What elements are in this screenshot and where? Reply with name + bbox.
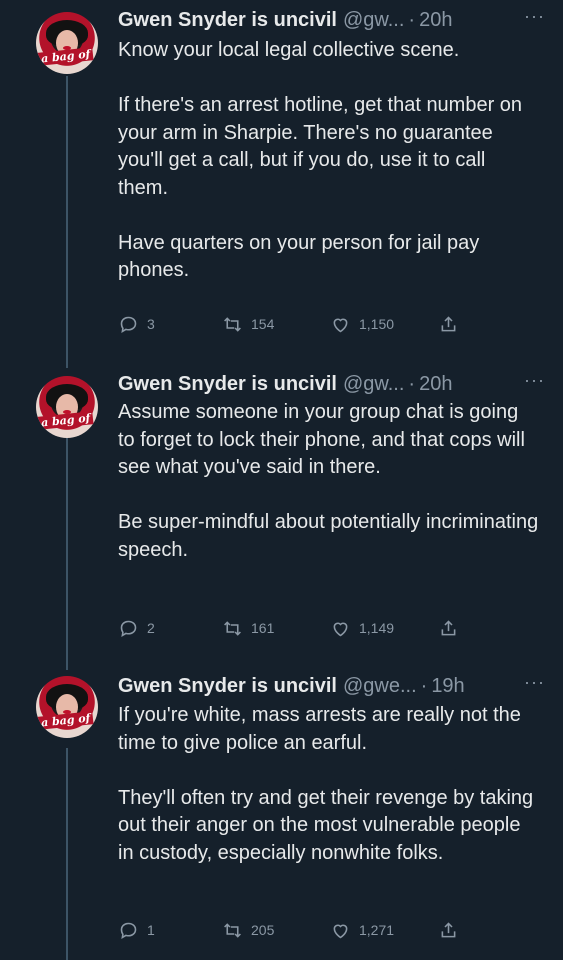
tweet[interactable]: a bag of Gwen Snyder is uncivil @gwe... … — [0, 668, 563, 960]
share-icon — [441, 921, 456, 937]
share-button[interactable] — [438, 616, 459, 640]
retweet-icon — [224, 620, 241, 636]
timestamp[interactable]: 20h — [419, 9, 452, 32]
timestamp[interactable]: 19h — [431, 675, 464, 698]
like-button[interactable]: 1,271 — [330, 918, 394, 942]
reply-count: 3 — [147, 316, 155, 332]
avatar[interactable]: a bag of — [36, 376, 98, 438]
reply-button[interactable]: 1 — [118, 918, 155, 942]
tweet[interactable]: a bag of Gwen Snyder is uncivil @gw... ·… — [0, 0, 563, 360]
author-handle[interactable]: @gw... — [343, 9, 404, 32]
avatar-banner-text: a bag of — [37, 711, 94, 730]
retweet-button[interactable]: 154 — [222, 312, 274, 336]
more-icon[interactable]: ··· — [524, 672, 545, 693]
separator-dot: · — [408, 372, 416, 395]
like-count: 1,149 — [359, 620, 395, 636]
tweet-actions: 2 161 1,149 — [118, 616, 523, 640]
tweet-text: Know your local legal collective scene. … — [118, 39, 523, 281]
separator-dot: · — [408, 8, 416, 31]
author-handle[interactable]: @gwe... — [343, 675, 417, 698]
avatar[interactable]: a bag of — [36, 676, 98, 738]
reply-count: 1 — [147, 922, 155, 938]
share-icon — [441, 315, 456, 331]
like-count: 1,271 — [359, 922, 395, 938]
share-icon — [441, 619, 456, 635]
reply-button[interactable]: 3 — [118, 312, 155, 336]
author-name[interactable]: Gwen Snyder is uncivil — [118, 9, 337, 32]
reply-icon — [120, 620, 137, 637]
retweet-icon — [224, 316, 241, 332]
share-button[interactable] — [438, 918, 459, 942]
avatar[interactable]: a bag of — [36, 12, 98, 74]
retweet-button[interactable]: 161 — [222, 616, 274, 640]
like-icon — [333, 924, 348, 938]
more-icon[interactable]: ··· — [524, 6, 545, 27]
retweet-count: 161 — [251, 620, 275, 636]
tweet-actions: 1 205 1,271 — [118, 918, 523, 942]
tweet-header: Gwen Snyder is uncivil @gw... · 20h ··· — [118, 6, 545, 34]
share-button[interactable] — [438, 312, 459, 336]
tweet-actions: 3 154 1,150 — [118, 312, 523, 336]
retweet-button[interactable]: 205 — [222, 918, 274, 942]
tweet-header: Gwen Snyder is uncivil @gwe... · 19h ··· — [118, 672, 545, 700]
author-name[interactable]: Gwen Snyder is uncivil — [118, 675, 337, 698]
retweet-count: 205 — [251, 922, 275, 938]
reply-icon — [120, 316, 137, 333]
tweet-text: If you're white, mass arrests are really… — [118, 704, 534, 864]
retweet-count: 154 — [251, 316, 275, 332]
tweet-header: Gwen Snyder is uncivil @gw... · 20h ··· — [118, 370, 545, 398]
avatar-banner-text: a bag of — [37, 411, 94, 430]
more-icon[interactable]: ··· — [524, 370, 545, 391]
timestamp[interactable]: 20h — [419, 373, 452, 396]
tweet[interactable]: a bag of Gwen Snyder is uncivil @gw... ·… — [0, 364, 563, 670]
like-icon — [333, 318, 348, 332]
like-button[interactable]: 1,149 — [330, 616, 394, 640]
author-name[interactable]: Gwen Snyder is uncivil — [118, 373, 337, 396]
like-count: 1,150 — [359, 316, 395, 332]
like-icon — [333, 622, 348, 636]
tweet-text: Assume someone in your group chat is goi… — [118, 401, 539, 561]
reply-button[interactable]: 2 — [118, 616, 155, 640]
avatar-banner-text: a bag of — [37, 47, 94, 66]
author-handle[interactable]: @gw... — [343, 373, 404, 396]
reply-count: 2 — [147, 620, 155, 636]
separator-dot: · — [420, 674, 428, 697]
like-button[interactable]: 1,150 — [330, 312, 394, 336]
reply-icon — [120, 922, 137, 939]
retweet-icon — [224, 922, 241, 938]
